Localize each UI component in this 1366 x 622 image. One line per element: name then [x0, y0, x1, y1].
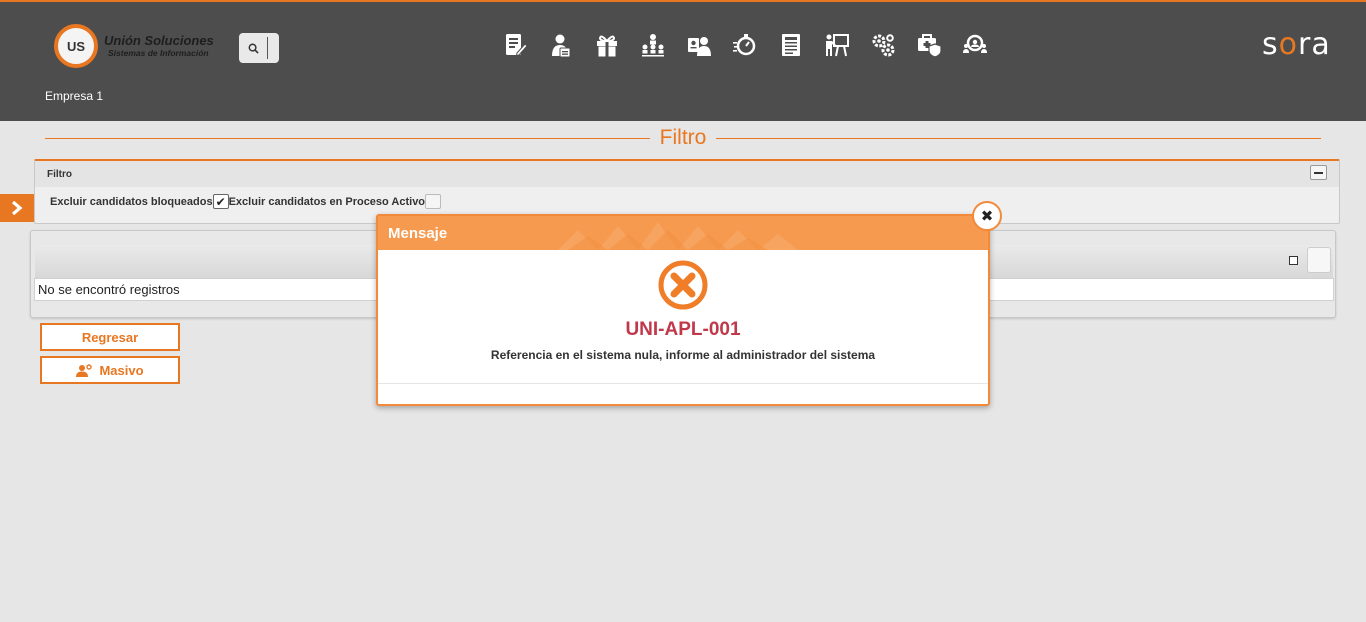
- brand-logo: sora: [1262, 30, 1331, 60]
- section-title: Filtro: [45, 126, 1322, 150]
- side-menu-toggle[interactable]: [0, 194, 34, 222]
- brand-prefix: s: [1262, 27, 1279, 62]
- logo-badge: US: [54, 24, 98, 68]
- gears-icon[interactable]: [860, 30, 906, 60]
- exclude-active-checkbox[interactable]: [425, 194, 442, 209]
- dialog-footer-divider: [378, 383, 988, 384]
- logo-text: Unión Soluciones Sistemas de Información: [104, 34, 214, 58]
- minus-icon: [1314, 171, 1323, 174]
- gift-icon[interactable]: [584, 30, 630, 60]
- dialog-header: Mensaje: [378, 216, 988, 250]
- error-code: UNI-APL-001: [625, 319, 741, 340]
- user-document-icon[interactable]: [538, 30, 584, 60]
- error-message: Referencia en el sistema nula, informe a…: [490, 348, 876, 362]
- exclude-active-label: Excluir candidatos en Proceso Activo: [228, 195, 426, 208]
- exclude-blocked-label: Excluir candidatos bloqueados: [50, 195, 213, 208]
- main-nav: [492, 30, 998, 60]
- toolbar-menu-button[interactable]: [1307, 247, 1331, 273]
- back-button[interactable]: Regresar: [40, 323, 180, 351]
- close-dialog-button[interactable]: ✖: [972, 201, 1002, 231]
- filter-options: Excluir candidatos bloqueados ✔ Excluir …: [50, 194, 442, 209]
- title-line-right: [716, 137, 1322, 139]
- company-logo[interactable]: US Unión Soluciones Sistemas de Informac…: [54, 24, 214, 68]
- message-dialog: Mensaje UNI-APL-001 Referencia en el sis…: [376, 214, 990, 406]
- chevron-right-icon: [11, 200, 23, 216]
- stopwatch-icon[interactable]: [722, 30, 768, 60]
- presentation-icon[interactable]: [814, 30, 860, 60]
- logo-subtitle: Sistemas de Información: [108, 48, 209, 59]
- org-chart-icon[interactable]: [630, 30, 676, 60]
- search-button[interactable]: [239, 33, 279, 63]
- collapse-button[interactable]: [1310, 165, 1327, 180]
- medical-kit-icon[interactable]: [906, 30, 952, 60]
- header-pattern: [558, 222, 798, 250]
- filter-panel-title: Filtro: [47, 168, 72, 180]
- top-header: US Unión Soluciones Sistemas de Informac…: [0, 0, 1366, 121]
- filter-panel-header: Filtro: [35, 161, 1339, 187]
- search-divider: [267, 37, 268, 59]
- checkmark-icon: ✔: [215, 194, 226, 209]
- close-icon: ✖: [980, 207, 994, 225]
- dialog-title: Mensaje: [388, 225, 448, 242]
- search-icon: [248, 43, 259, 54]
- bulk-button[interactable]: Masivo: [40, 356, 180, 384]
- exclude-blocked-checkbox[interactable]: ✔: [212, 194, 229, 209]
- section-title-text: Filtro: [659, 126, 707, 149]
- bulk-button-label: Masivo: [99, 362, 144, 378]
- user-badge-icon[interactable]: [676, 30, 722, 60]
- title-line-left: [45, 137, 650, 139]
- error-icon: [658, 260, 708, 310]
- form-document-icon[interactable]: [768, 30, 814, 60]
- brand-suffix: ra: [1298, 27, 1331, 62]
- user-settings-icon: [76, 363, 93, 377]
- document-edit-icon[interactable]: [492, 30, 538, 60]
- brand-o: o: [1278, 27, 1298, 62]
- select-all-checkbox[interactable]: [1289, 256, 1298, 265]
- company-name: Empresa 1: [45, 89, 104, 103]
- logo-name: Unión Soluciones: [104, 33, 214, 49]
- group-search-icon[interactable]: [952, 30, 998, 60]
